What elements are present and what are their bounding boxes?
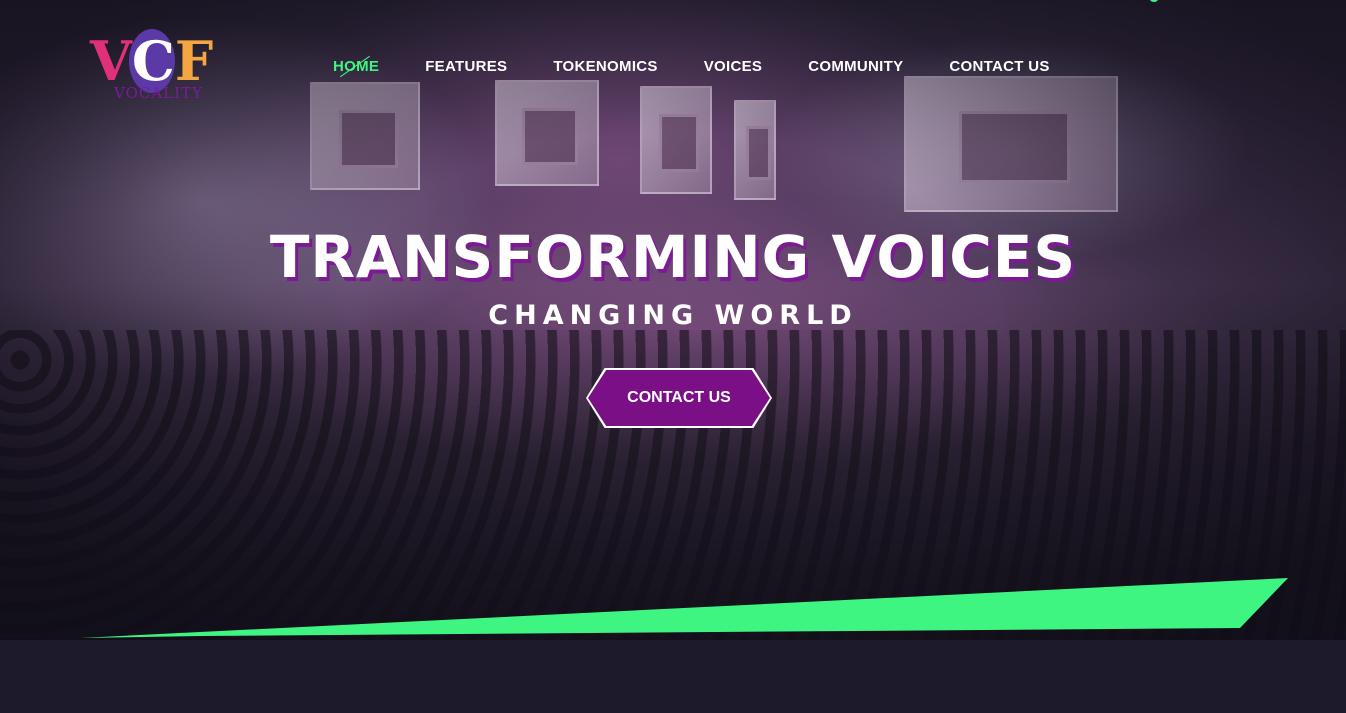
site-logo[interactable]: VCF VOCALITY <box>90 29 230 106</box>
main-navigation: HOME FEATURES TOKENOMICS VOICES COMMUNIT… <box>333 58 1050 75</box>
logo-subtitle: VOCALITY <box>114 84 203 102</box>
nav-item-home[interactable]: HOME <box>333 58 379 75</box>
bottom-band <box>0 640 1346 713</box>
hero-headline: TRANSFORMING VOICES <box>269 223 1077 291</box>
green-swoosh-decoration <box>80 578 1288 638</box>
nav-item-features[interactable]: FEATURES <box>425 58 507 75</box>
nav-item-voices[interactable]: VOICES <box>704 58 762 75</box>
logo-mark: VCF <box>90 29 213 93</box>
hero-subheadline: CHANGING WORLD <box>488 300 858 331</box>
nav-item-contact-us[interactable]: CONTACT US <box>949 58 1049 75</box>
nav-item-community[interactable]: COMMUNITY <box>808 58 903 75</box>
nav-item-tokenomics[interactable]: TOKENOMICS <box>553 58 657 75</box>
contact-us-button-label: CONTACT US <box>588 370 770 426</box>
contact-us-button[interactable]: CONTACT US <box>586 368 772 428</box>
hero-section: VCF VOCALITY HOME FEATURES TOKENOMICS VO… <box>0 0 1346 713</box>
